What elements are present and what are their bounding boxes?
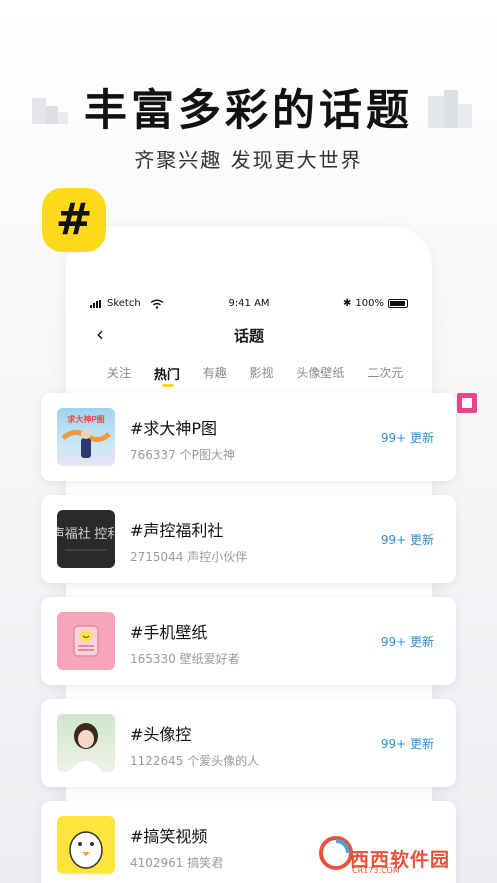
thumb-caption: 声福社 控利 bbox=[57, 526, 115, 541]
topic-update-count: 99+ 更新 bbox=[380, 635, 434, 649]
topic-title: #手机壁纸 bbox=[130, 623, 208, 642]
topic-members: 2715044 声控小伙伴 bbox=[130, 550, 248, 564]
battery-percent: 100% bbox=[355, 298, 384, 309]
topic-title: #搞笑视频 bbox=[130, 827, 208, 846]
topic-card[interactable]: #手机壁纸 165330 壁纸爱好者 99+ 更新 bbox=[41, 597, 456, 685]
thumb-caption: 求大神P图 bbox=[67, 414, 104, 424]
topic-title: #声控福利社 bbox=[130, 521, 224, 540]
tab-fun[interactable]: 有趣 bbox=[203, 364, 227, 381]
voice-club-art-icon: 声福社 控利 bbox=[57, 526, 115, 551]
battery-icon bbox=[388, 299, 408, 308]
hashtag-icon: # bbox=[42, 188, 106, 252]
tab-avatar-wallpaper[interactable]: 头像壁纸 bbox=[296, 364, 344, 381]
topic-update-count: 99+ 更新 bbox=[380, 737, 434, 751]
tab-movies[interactable]: 影视 bbox=[250, 364, 274, 381]
topic-update-count: 99+ 更新 bbox=[380, 533, 434, 547]
nav-title: 话题 bbox=[233, 327, 264, 345]
page-subheadline: 齐聚兴趣 发现更大世界 bbox=[134, 148, 363, 172]
topic-thumbnail bbox=[57, 612, 115, 670]
retouch-art-icon: 求大神P图 bbox=[61, 414, 111, 458]
tab-follow[interactable]: 关注 bbox=[107, 364, 131, 381]
status-bar: Sketch 9:41 AM ✱ 100% bbox=[90, 298, 408, 314]
topic-thumbnail bbox=[57, 714, 115, 772]
bluetooth-icon: ✱ bbox=[343, 298, 352, 309]
topic-card[interactable]: 求大神P图 #求大神P图 766337 个P图大神 99+ 更新 bbox=[41, 393, 456, 481]
topic-title: #头像控 bbox=[130, 725, 192, 744]
watermark-site: CR173.COM bbox=[352, 866, 400, 875]
tab-anime[interactable]: 二次元 bbox=[367, 364, 403, 381]
topic-update-count: 99+ 更新 bbox=[380, 431, 434, 445]
category-tabs: 关注 热门 有趣 影视 头像壁纸 二次元 bbox=[107, 364, 417, 388]
phone-wallpaper-art-icon bbox=[73, 625, 99, 657]
topic-card[interactable]: #头像控 1122645 个爱头像的人 99+ 更新 bbox=[41, 699, 456, 787]
page-headline: 丰富多彩的话题 bbox=[84, 86, 413, 136]
avatar-portrait-icon bbox=[69, 723, 103, 772]
topic-members: 4102961 搞笑君 bbox=[130, 856, 224, 870]
status-right: ✱ 100% bbox=[343, 298, 408, 309]
topic-members: 1122645 个爱头像的人 bbox=[130, 754, 260, 768]
pink-marker-icon bbox=[457, 393, 477, 413]
topic-thumbnail bbox=[57, 816, 115, 874]
topic-thumbnail: 声福社 控利 bbox=[57, 510, 115, 568]
topic-members: 766337 个P图大神 bbox=[130, 448, 235, 462]
topic-title: #求大神P图 bbox=[130, 419, 218, 438]
tab-hot[interactable]: 热门 bbox=[154, 364, 180, 387]
topic-members: 165330 壁纸爱好者 bbox=[130, 652, 240, 666]
funny-chick-icon bbox=[69, 831, 103, 869]
topic-thumbnail: 求大神P图 bbox=[57, 408, 115, 466]
topic-card[interactable]: 声福社 控利 #声控福利社 2715044 声控小伙伴 99+ 更新 bbox=[41, 495, 456, 583]
